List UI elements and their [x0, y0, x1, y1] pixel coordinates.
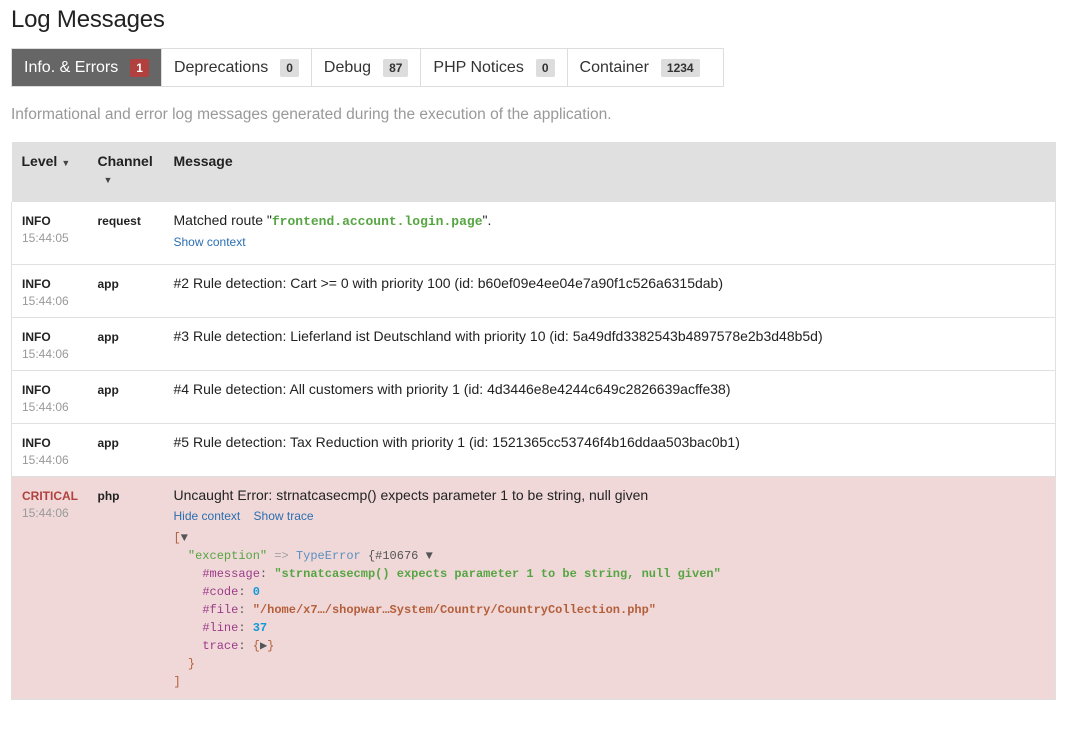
tab-label: Info. & Errors	[24, 58, 119, 76]
channel-column-header[interactable]: Channel ▼	[87, 142, 164, 202]
log-level: INFO	[22, 435, 51, 450]
count-badge: 87	[383, 58, 409, 77]
log-message: Matched route "frontend.account.login.pa…	[173, 212, 492, 229]
count-badge: 1234	[660, 58, 700, 77]
log-time: 15:44:06	[22, 346, 69, 361]
table-row: INFO 15:44:06 app #2 Rule detection: Car…	[11, 264, 1056, 318]
tab-label: PHP Notices	[433, 58, 524, 76]
log-level: INFO	[22, 329, 51, 344]
log-tabs: Info. & Errors 1 Deprecations 0 Debug 87…	[11, 48, 724, 87]
log-message: #3 Rule detection: Lieferland ist Deutsc…	[173, 327, 823, 344]
log-time: 15:44:06	[22, 293, 69, 308]
log-channel: php	[97, 488, 120, 503]
log-channel: request	[97, 214, 141, 228]
hide-context-link[interactable]: Hide context	[174, 509, 241, 523]
log-time: 15:44:06	[22, 399, 69, 414]
level-column-header[interactable]: Level ▼	[11, 142, 88, 202]
count-badge: 0	[280, 58, 299, 77]
tab-deprecations[interactable]: Deprecations 0	[162, 49, 312, 86]
log-message: Uncaught Error: strnatcasecmp() expects …	[173, 486, 649, 503]
tab-label: Container	[579, 58, 649, 76]
collapse-toggle-icon[interactable]: ▼	[426, 549, 433, 563]
log-channel: app	[97, 435, 119, 450]
log-channel: app	[97, 382, 119, 397]
log-time: 15:44:06	[22, 505, 69, 520]
table-row: INFO 15:44:06 app #5 Rule detection: Tax…	[11, 423, 1056, 477]
log-level: INFO	[22, 214, 51, 228]
show-trace-link[interactable]: Show trace	[254, 509, 314, 523]
table-row-critical: CRITICAL 15:44:06 php Uncaught Error: st…	[11, 476, 1056, 700]
count-badge: 1	[130, 58, 149, 77]
table-row: INFO 15:44:06 app #3 Rule detection: Lie…	[11, 317, 1056, 371]
log-level: CRITICAL	[22, 488, 78, 503]
log-table: Level ▼ Channel ▼ Message INFO 15:44:05 re…	[11, 142, 1056, 700]
log-message: #5 Rule detection: Tax Reduction with pr…	[173, 433, 740, 450]
collapse-toggle-icon[interactable]: ▼	[181, 531, 188, 545]
log-level: INFO	[22, 382, 51, 397]
log-time: 15:44:05	[22, 231, 69, 245]
message-column-header: Message	[163, 142, 1056, 202]
log-message: #4 Rule detection: All customers with pr…	[173, 380, 731, 397]
log-channel: app	[97, 276, 119, 291]
sort-caret-icon[interactable]: ▼	[104, 175, 154, 185]
page-title: Log Messages	[11, 6, 165, 33]
log-channel: app	[97, 329, 119, 344]
tab-label: Deprecations	[173, 58, 269, 76]
table-row: INFO 15:44:06 app #4 Rule detection: All…	[11, 370, 1056, 424]
log-time: 15:44:06	[22, 452, 69, 467]
count-badge: 0	[535, 58, 555, 77]
show-context-link[interactable]: Show context	[174, 235, 246, 249]
tab-label: Debug	[323, 58, 372, 76]
log-level: INFO	[22, 276, 51, 291]
tab-debug[interactable]: Debug 87	[312, 49, 422, 86]
sort-caret-icon[interactable]: ▼	[61, 158, 70, 168]
table-header: Level ▼ Channel ▼ Message	[11, 142, 1056, 202]
tab-container[interactable]: Container 1234	[568, 49, 712, 86]
log-message: #2 Rule detection: Cart >= 0 with priori…	[173, 274, 724, 291]
table-row: INFO 15:44:05 request Matched route "fro…	[11, 202, 1056, 265]
tab-description: Informational and error log messages gen…	[11, 106, 612, 123]
tab-php-notices[interactable]: PHP Notices 0	[421, 49, 568, 86]
route-name: frontend.account.login.page	[271, 214, 483, 229]
context-dump: [▼ "exception" => TypeError {#10676 ▼ #m…	[173, 530, 721, 689]
tab-info-errors[interactable]: Info. & Errors 1	[12, 49, 162, 86]
page: Log Messages Info. & Errors 1 Deprecatio…	[0, 0, 1090, 700]
